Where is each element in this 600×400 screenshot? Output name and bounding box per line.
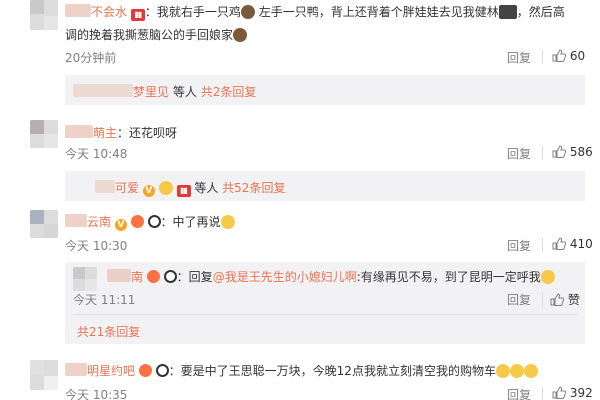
- emoji-icon: [233, 28, 248, 42]
- comment-2-replies-preview[interactable]: 可爱 V ▮▮ 等人 共52条回复: [65, 171, 585, 201]
- flower-badge-icon: [138, 364, 152, 377]
- replier-name[interactable]: 可爱: [115, 181, 139, 195]
- sub-reply-line: 南 ：回复@我是王先生的小媳妇儿啊:有缘再见不易，到了昆明一定呼我: [107, 268, 555, 285]
- divider: [542, 387, 543, 400]
- comment-3-more-replies-link[interactable]: 共21条回复: [77, 323, 140, 340]
- v-badge-icon: V: [142, 185, 155, 197]
- comment-4-text: ：要是中了王思聪一万块，今晚12点我就立刻清空我的购物车: [168, 364, 496, 378]
- comment-1-line-1: 不会水 ▮▮ ：我就右手一只鸡 左手一只鸭，背上还背着个胖娃娃去见我健林 ，然后高: [65, 3, 565, 21]
- comment-4-username[interactable]: 明星约吧: [87, 364, 135, 378]
- comment-1-replies-preview[interactable]: 梦里见 等人 共2条回复: [65, 75, 585, 105]
- avatar[interactable]: [30, 360, 58, 390]
- divider: [542, 292, 543, 306]
- comment-1-reply-button[interactable]: 回复: [507, 49, 531, 66]
- thumbs-up-icon: [552, 386, 566, 399]
- comment-3-like-count: 410: [569, 237, 593, 251]
- comment-1-line-2: 调的挽着我撕葱脑公的手回娘家: [65, 26, 248, 43]
- comment-3-time: 今天 10:30: [65, 239, 128, 253]
- comment-4-time: 今天 10:35: [65, 388, 128, 400]
- comment-1-more-replies-link[interactable]: 共2条回复: [201, 85, 257, 99]
- comment-3-line-1: 云南 V ：中了再说: [65, 213, 235, 231]
- thumbs-up-icon: [552, 49, 566, 62]
- blurred-username: [65, 363, 87, 376]
- emoji-icon: [540, 270, 555, 284]
- emoji-icon: [509, 364, 524, 378]
- replier-name[interactable]: 梦里见: [133, 85, 169, 99]
- avatar[interactable]: [30, 210, 58, 238]
- comment-1-text-a: ：我就右手一只鸡: [144, 5, 241, 19]
- sticker-icon: [498, 5, 517, 19]
- thumbs-up-icon: [550, 293, 564, 306]
- blurred-username: [65, 4, 91, 17]
- blurred-username: [65, 125, 93, 138]
- comment-4-line-1: 明星约吧 ：要是中了王思聪一万块，今晚12点我就立刻清空我的购物车: [65, 362, 538, 379]
- blurred-username: [107, 269, 131, 282]
- avatar[interactable]: [30, 0, 58, 30]
- divider: [542, 146, 543, 160]
- comment-1-text-b: 左手一只鸭，背上还背着个胖娃娃去见我健林: [258, 5, 499, 19]
- comment-4-like-button[interactable]: 392: [552, 386, 593, 400]
- flower-badge-icon: [130, 215, 144, 228]
- comment-1-text-c: ，然后高: [516, 5, 565, 19]
- emoji-icon: [240, 5, 255, 19]
- avatar[interactable]: [30, 120, 58, 148]
- comment-1-text-line2: 调的挽着我撕葱脑公的手回娘家: [65, 28, 234, 42]
- comment-2-reply-button[interactable]: 回复: [507, 145, 531, 162]
- comment-2-like-count: 586: [569, 145, 593, 159]
- mention-link[interactable]: @我是王先生的小媳妇儿啊: [213, 270, 357, 284]
- blurred-username: [65, 214, 87, 227]
- replies-preview-text: 等人: [172, 85, 197, 99]
- comment-2-like-button[interactable]: 586: [552, 145, 593, 159]
- comment-1-time: 20分钟前: [65, 51, 117, 65]
- comment-1-like-count: 60: [569, 49, 586, 63]
- sub-reply-text: :有缘再见不易，到了昆明一定呼我: [356, 270, 541, 284]
- blurred-username: [95, 180, 115, 193]
- comment-2-text: ：还花呗呀: [117, 126, 178, 140]
- blurred-username: [73, 84, 133, 97]
- sub-reply-username[interactable]: 南: [131, 270, 143, 284]
- comment-1-username[interactable]: 不会水: [91, 5, 127, 19]
- replies-preview-text: 等人: [194, 181, 219, 195]
- comment-2-time: 今天 10:48: [65, 147, 128, 161]
- comment-3-reply-button[interactable]: 回复: [507, 237, 531, 254]
- comment-3-reply-thread: 南 ：回复@我是王先生的小媳妇儿啊:有缘再见不易，到了昆明一定呼我 今天 11:…: [65, 262, 585, 344]
- emoji-icon: [220, 215, 235, 229]
- comment-1-like-button[interactable]: 60: [552, 49, 585, 63]
- flower-badge-icon: [146, 270, 160, 283]
- comment-3-like-button[interactable]: 410: [552, 237, 593, 251]
- emoji-icon: [523, 364, 538, 378]
- member-badge-icon: ▮▮: [176, 185, 191, 197]
- panda-icon: [147, 215, 161, 228]
- emoji-icon: [158, 181, 173, 195]
- member-badge-icon: ▮▮: [130, 9, 145, 21]
- comment-2-line-1: 萌主：还花呗呀: [65, 124, 177, 141]
- replies-preview-line: 梦里见 等人 共2条回复: [73, 83, 256, 100]
- divider: [542, 238, 543, 252]
- comment-4-reply-button[interactable]: 回复: [507, 386, 531, 400]
- sub-reply-time: 今天 11:11: [73, 293, 136, 307]
- comment-2-username[interactable]: 萌主: [93, 126, 117, 140]
- sub-reply-prefix: ：回复: [176, 270, 213, 284]
- thumbs-up-icon: [552, 145, 566, 158]
- avatar[interactable]: [73, 267, 97, 291]
- comment-3-text: ：中了再说: [160, 215, 221, 229]
- comment-4-like-count: 392: [569, 386, 593, 400]
- thread-divider: [73, 314, 577, 315]
- sub-reply-like-button[interactable]: 赞: [550, 291, 580, 308]
- comment-3-username[interactable]: 云南: [87, 215, 111, 229]
- panda-icon: [155, 364, 169, 377]
- replies-preview-line: 可爱 V ▮▮ 等人 共52条回复: [95, 179, 285, 197]
- sub-reply-reply-button[interactable]: 回复: [507, 291, 531, 308]
- v-badge-icon: V: [114, 219, 127, 231]
- divider: [542, 50, 543, 64]
- sub-reply-like-label: 赞: [567, 293, 580, 307]
- comment-2-more-replies-link[interactable]: 共52条回复: [222, 181, 285, 195]
- thumbs-up-icon: [552, 237, 566, 250]
- emoji-icon: [495, 364, 510, 378]
- panda-icon: [163, 270, 177, 283]
